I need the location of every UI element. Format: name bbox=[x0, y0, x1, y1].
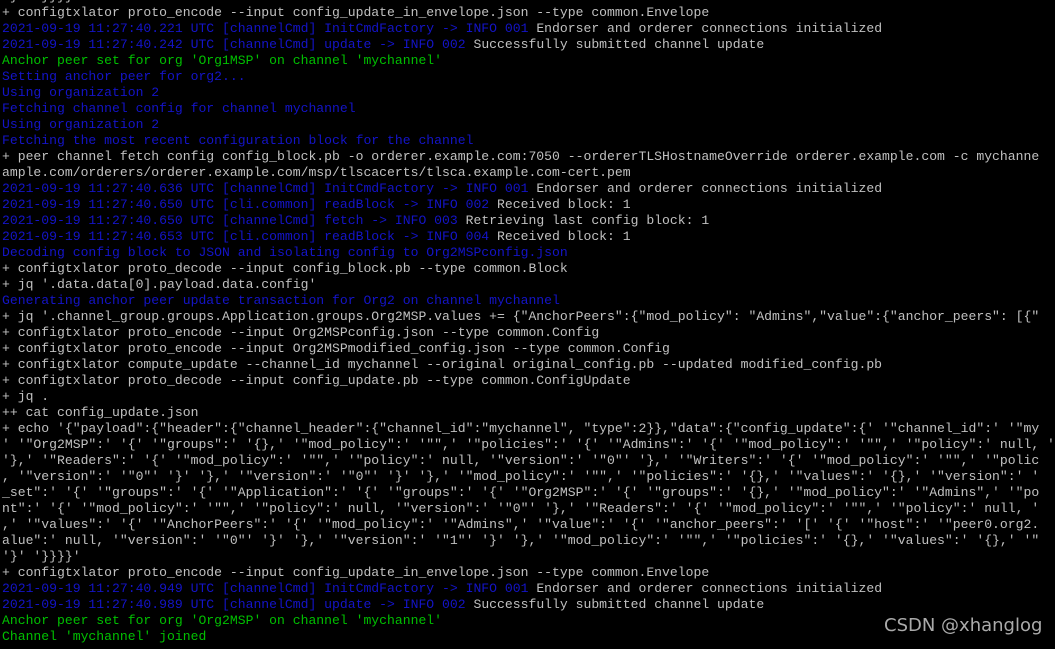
terminal-line: + jq '.channel_group.groups.Application.… bbox=[2, 309, 1039, 325]
log-prefix-text: Fetching channel config for channel mych… bbox=[2, 101, 356, 116]
terminal-line: alue":' null, '"version":' '"0"' '}' '},… bbox=[2, 533, 1039, 549]
terminal-text: Anchor peer set for org 'Org1MSP' on cha… bbox=[2, 53, 443, 68]
terminal-text: + configtxlator proto_decode --input con… bbox=[2, 373, 631, 388]
terminal-line: 2021-09-19 11:27:40.650 UTC [channelCmd]… bbox=[2, 213, 709, 229]
terminal-text: alue":' null, '"version":' '"0"' '}' '},… bbox=[2, 533, 1040, 548]
terminal-line: Fetching the most recent configuration b… bbox=[2, 133, 473, 149]
log-prefix-text: 2021-09-19 11:27:40.650 UTC [channelCmd]… bbox=[2, 213, 458, 228]
terminal-line: + peer channel fetch config config_block… bbox=[2, 149, 1039, 165]
terminal-line: nt":' '{' '"mod_policy":' '"",' '"policy… bbox=[2, 501, 1039, 517]
log-prefix-text: 2021-09-19 11:27:40.650 UTC [cli.common]… bbox=[2, 197, 490, 212]
log-prefix-text: 2021-09-19 11:27:40.242 UTC [channelCmd]… bbox=[2, 37, 466, 52]
terminal-text: + peer channel fetch config config_block… bbox=[2, 149, 1040, 164]
terminal-text: + configtxlator proto_encode --input con… bbox=[2, 5, 710, 20]
terminal-line: 2021-09-19 11:27:40.653 UTC [cli.common]… bbox=[2, 229, 631, 245]
terminal-line: Generating anchor peer update transactio… bbox=[2, 293, 560, 309]
terminal-text: + configtxlator proto_encode --input Org… bbox=[2, 341, 670, 356]
terminal-line: + configtxlator proto_encode --input Org… bbox=[2, 341, 670, 357]
terminal-line: Anchor peer set for org 'Org1MSP' on cha… bbox=[2, 53, 442, 69]
terminal-text: ,' '"values":' '{' '"AnchorPeers":' '{' … bbox=[2, 517, 1040, 532]
log-prefix-text: 2021-09-19 11:27:40.221 UTC [channelCmd]… bbox=[2, 21, 529, 36]
log-prefix-text: 2021-09-19 11:27:40.636 UTC [channelCmd]… bbox=[2, 181, 529, 196]
log-prefix-text: Decoding config block to JSON and isolat… bbox=[2, 245, 568, 260]
log-prefix-text: Using organization 2 bbox=[2, 117, 160, 132]
terminal-line: Using organization 2 bbox=[2, 85, 159, 101]
terminal-line: Anchor peer set for org 'Org2MSP' on cha… bbox=[2, 613, 442, 629]
terminal-line: + configtxlator proto_encode --input Org… bbox=[2, 325, 599, 341]
terminal-line: 2021-09-19 11:27:40.650 UTC [cli.common]… bbox=[2, 197, 631, 213]
terminal-text: + echo '{"payload":{"header":{"channel_h… bbox=[2, 421, 1040, 436]
terminal-text: , '"version":' '"0"' '}' '},' '"version"… bbox=[2, 469, 1040, 484]
terminal-text: + configtxlator compute_update --channel… bbox=[2, 357, 883, 372]
log-prefix-text: Generating anchor peer update transactio… bbox=[2, 293, 560, 308]
terminal-line: + configtxlator proto_encode --input con… bbox=[2, 5, 709, 21]
terminal-text: ' '"Org2MSP":' '{' '"groups":' '{},' '"m… bbox=[2, 437, 1055, 452]
terminal-text: nt":' '{' '"mod_policy":' '"",' '"policy… bbox=[2, 501, 1040, 516]
terminal-text: + jq '.channel_group.groups.Application.… bbox=[2, 309, 1040, 324]
log-prefix-text: Setting anchor peer for org2... bbox=[2, 69, 246, 84]
terminal-text: _set":' '{' '"groups":' '{' '"Applicatio… bbox=[2, 485, 1040, 500]
terminal-text: Successfully submitted channel update bbox=[465, 597, 765, 612]
terminal-line: 2021-09-19 11:27:40.242 UTC [channelCmd]… bbox=[2, 37, 764, 53]
terminal-text: Retrieving last config block: 1 bbox=[457, 213, 710, 228]
terminal-line: , '"version":' '"0"' '}' '},' '"version"… bbox=[2, 469, 1039, 485]
terminal-text: Channel 'mychannel' joined bbox=[2, 629, 207, 644]
terminal-line: + configtxlator proto_decode --input con… bbox=[2, 373, 631, 389]
terminal-text: + configtxlator proto_encode --input Org… bbox=[2, 325, 600, 340]
terminal-line: + configtxlator proto_decode --input con… bbox=[2, 261, 568, 277]
terminal-line: + jq . bbox=[2, 389, 49, 405]
terminal-line: Using organization 2 bbox=[2, 117, 159, 133]
terminal-line: 2021-09-19 11:27:40.989 UTC [channelCmd]… bbox=[2, 597, 764, 613]
terminal-text: Anchor peer set for org 'Org2MSP' on cha… bbox=[2, 613, 443, 628]
terminal-text: Successfully submitted channel update bbox=[465, 37, 765, 52]
terminal-line: ++ cat config_update.json bbox=[2, 405, 198, 421]
log-prefix-text: 2021-09-19 11:27:40.989 UTC [channelCmd]… bbox=[2, 597, 466, 612]
terminal-line: Setting anchor peer for org2... bbox=[2, 69, 246, 85]
terminal-window[interactable]: '}' '}}}}'+ configtxlator proto_encode -… bbox=[0, 0, 1055, 649]
terminal-line: _set":' '{' '"groups":' '{' '"Applicatio… bbox=[2, 485, 1039, 501]
log-prefix-text: 2021-09-19 11:27:40.949 UTC [channelCmd]… bbox=[2, 581, 529, 596]
terminal-line: 2021-09-19 11:27:40.221 UTC [channelCmd]… bbox=[2, 21, 882, 37]
terminal-line: + configtxlator compute_update --channel… bbox=[2, 357, 882, 373]
terminal-line: ample.com/orderers/orderer.example.com/m… bbox=[2, 165, 631, 181]
terminal-line: + echo '{"payload":{"header":{"channel_h… bbox=[2, 421, 1039, 437]
terminal-text: Endorser and orderer connections initial… bbox=[528, 21, 883, 36]
terminal-line: '}' '}}}}' bbox=[2, 549, 81, 565]
terminal-line: Decoding config block to JSON and isolat… bbox=[2, 245, 568, 261]
log-prefix-text: 2021-09-19 11:27:40.653 UTC [cli.common]… bbox=[2, 229, 490, 244]
terminal-line: ' '"Org2MSP":' '{' '"groups":' '{},' '"m… bbox=[2, 437, 1055, 453]
terminal-text: + configtxlator proto_decode --input con… bbox=[2, 261, 568, 276]
log-prefix-text: Using organization 2 bbox=[2, 85, 160, 100]
terminal-line: + configtxlator proto_encode --input con… bbox=[2, 565, 709, 581]
terminal-line: Fetching channel config for channel mych… bbox=[2, 101, 356, 117]
terminal-line: ,' '"values":' '{' '"AnchorPeers":' '{' … bbox=[2, 517, 1039, 533]
terminal-text: '}' '}}}}' bbox=[2, 549, 81, 564]
terminal-text: Endorser and orderer connections initial… bbox=[528, 181, 883, 196]
terminal-text: + jq '.data.data[0].payload.data.config' bbox=[2, 277, 317, 292]
terminal-line: Channel 'mychannel' joined bbox=[2, 629, 206, 645]
terminal-text: ample.com/orderers/orderer.example.com/m… bbox=[2, 165, 631, 180]
terminal-text: Endorser and orderer connections initial… bbox=[528, 581, 883, 596]
terminal-line: 2021-09-19 11:27:40.949 UTC [channelCmd]… bbox=[2, 581, 882, 597]
terminal-text: Received block: 1 bbox=[489, 197, 631, 212]
terminal-text: ++ cat config_update.json bbox=[2, 405, 199, 420]
terminal-text: Received block: 1 bbox=[489, 229, 631, 244]
terminal-text: '},' '"Readers":' '{' '"mod_policy":' '"… bbox=[2, 453, 1040, 468]
terminal-line: 2021-09-19 11:27:40.636 UTC [channelCmd]… bbox=[2, 181, 882, 197]
terminal-line: + jq '.data.data[0].payload.data.config' bbox=[2, 277, 316, 293]
terminal-text: + configtxlator proto_encode --input con… bbox=[2, 565, 710, 580]
log-prefix-text: Fetching the most recent configuration b… bbox=[2, 133, 474, 148]
csdn-watermark: CSDN @xhanglog bbox=[884, 615, 1043, 636]
terminal-text: '}' '}}}}' bbox=[2, 0, 81, 4]
terminal-line: '},' '"Readers":' '{' '"mod_policy":' '"… bbox=[2, 453, 1039, 469]
terminal-text: + jq . bbox=[2, 389, 50, 404]
